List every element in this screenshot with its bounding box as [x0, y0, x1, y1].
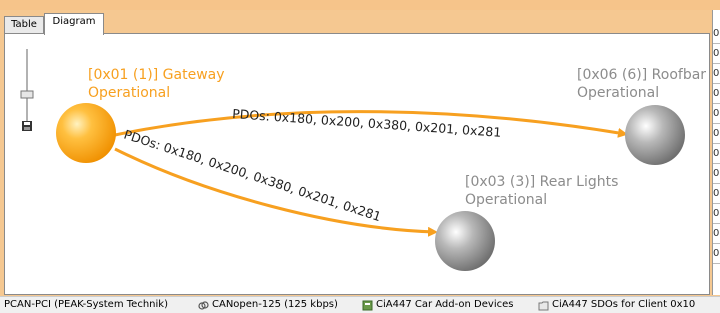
status-bar: PCAN-PCI (PEAK-System Technik) CANopen-1…: [0, 296, 720, 313]
status-item-devices[interactable]: CiA447 Car Add-on Devices: [362, 297, 513, 313]
side-table-cell: 0: [713, 164, 720, 184]
roofbar-title: [0x06 (6)] Roofbar: [577, 67, 707, 83]
side-table-cell: 0: [713, 224, 720, 244]
side-table-cell: 0: [713, 64, 720, 84]
side-table-cell: 0: [713, 24, 720, 44]
node-rear-lights[interactable]: [435, 211, 495, 271]
edge-label-rear-lights: PDOs: 0x180, 0x200, 0x380, 0x201, 0x281: [122, 127, 383, 225]
status-item-interface[interactable]: PCAN-PCI (PEAK-System Technik): [4, 297, 168, 313]
status-item-sdos[interactable]: CiA447 SDOs for Client 0x10: [538, 297, 695, 313]
gateway-label: [0x01 (1)] Gateway Operational: [88, 66, 225, 102]
rear-lights-label: [0x03 (3)] Rear Lights Operational: [465, 173, 618, 209]
status-sdos-text: CiA447 SDOs for Client 0x10: [552, 299, 696, 310]
status-item-network[interactable]: CANopen-125 (125 kbps): [198, 297, 338, 313]
roofbar-state: Operational: [577, 85, 660, 101]
save-icon[interactable]: [22, 121, 32, 131]
side-table-cell: 0: [713, 144, 720, 164]
gateway-title: [0x01 (1)] Gateway: [88, 67, 225, 83]
view-tabs: Table Diagram: [4, 10, 710, 35]
node-roofbar[interactable]: [625, 105, 685, 165]
zoom-slider-handle[interactable]: [20, 90, 34, 99]
side-table-cell: 0: [713, 44, 720, 64]
status-devices-text: CiA447 Car Add-on Devices: [376, 299, 514, 310]
window-top-strip: [0, 0, 720, 10]
side-table-cell: 0: [713, 244, 720, 264]
node-gateway[interactable]: [56, 103, 116, 163]
status-interface-text: PCAN-PCI (PEAK-System Technik): [4, 299, 168, 310]
tab-diagram[interactable]: Diagram: [44, 13, 104, 35]
side-table-cell: 0: [713, 124, 720, 144]
device-icon: [362, 300, 373, 310]
link-icon: [198, 300, 209, 310]
tab-table[interactable]: Table: [4, 16, 44, 34]
side-table-cell: 0: [713, 184, 720, 204]
side-table-cell: 0: [713, 204, 720, 224]
folder-icon: [538, 301, 549, 310]
side-table-cell: 0: [713, 104, 720, 124]
side-table-cell: 0: [713, 84, 720, 104]
zoom-slider[interactable]: [20, 49, 34, 124]
rear-lights-title: [0x03 (3)] Rear Lights: [465, 174, 619, 190]
diagram-panel: PDOs: 0x180, 0x200, 0x380, 0x201, 0x281 …: [4, 33, 710, 295]
status-network-text: CANopen-125 (125 kbps): [212, 299, 338, 310]
gateway-state: Operational: [88, 85, 171, 101]
rear-lights-state: Operational: [465, 192, 548, 208]
roofbar-label: [0x06 (6)] Roofbar Operational: [577, 66, 706, 102]
side-table: 0 0 0 0 0 0 0 0 0 0 0 0: [712, 10, 720, 295]
